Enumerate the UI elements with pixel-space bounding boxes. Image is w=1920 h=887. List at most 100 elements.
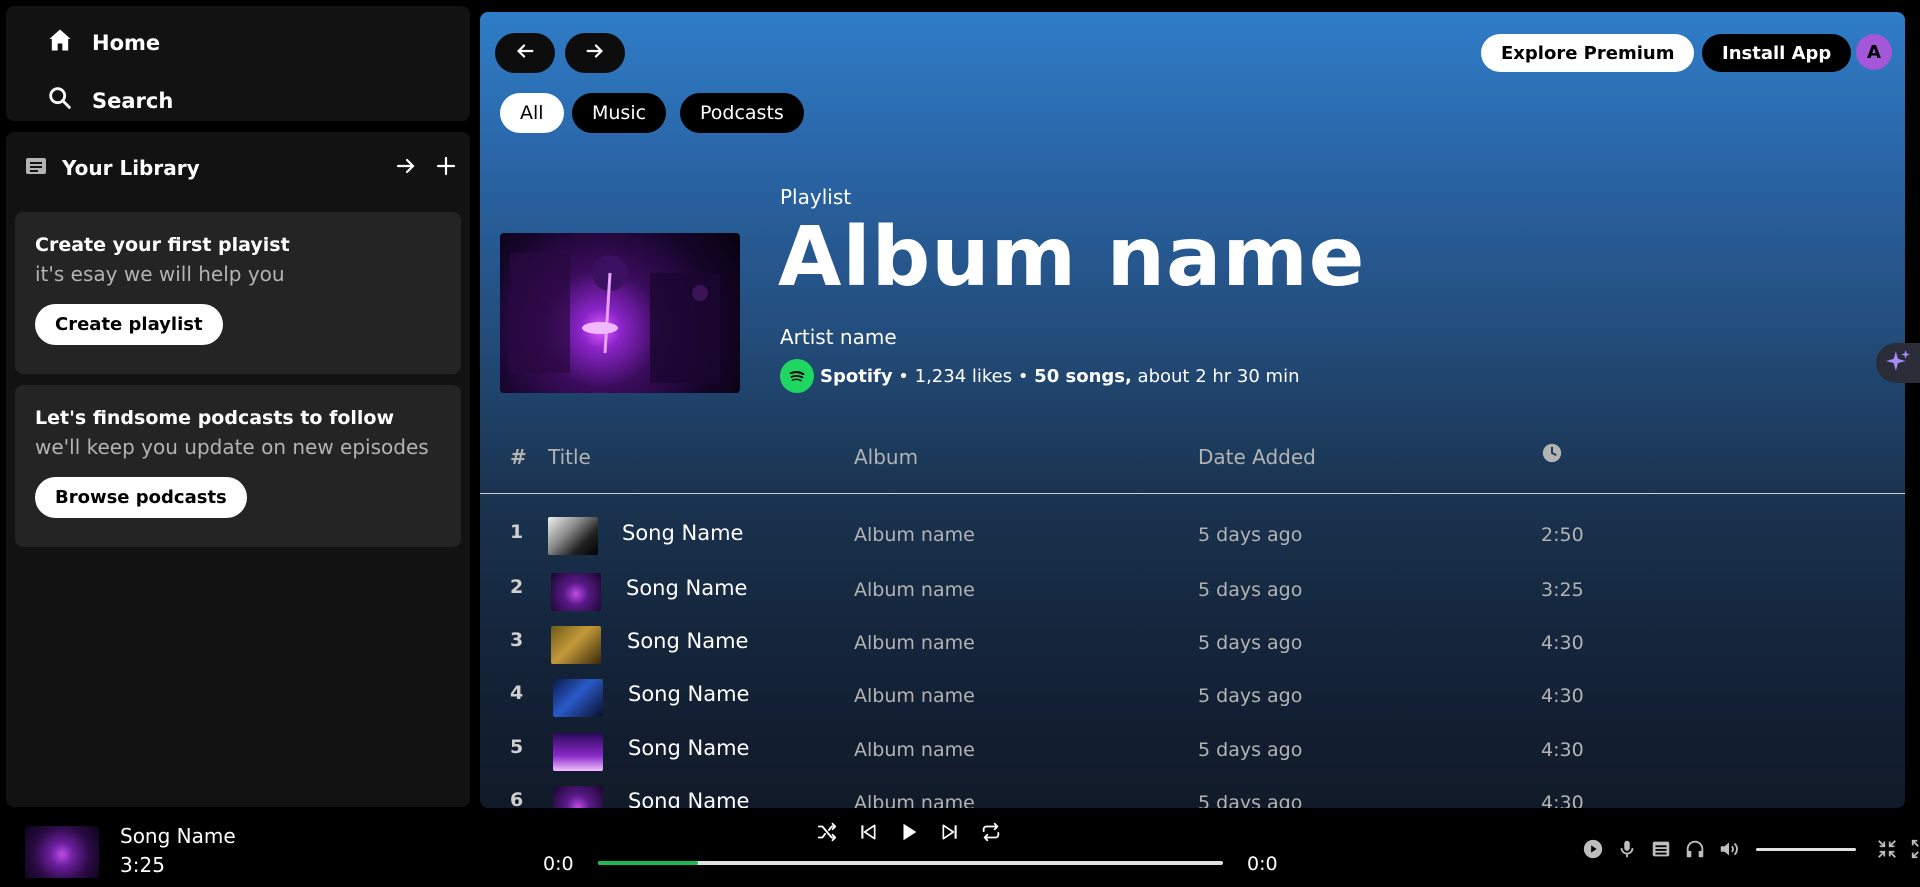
column-header-date-added[interactable]: Date Added	[1198, 445, 1316, 469]
repeat-icon[interactable]	[979, 820, 1003, 844]
now-playing-title[interactable]: Song Name	[120, 824, 236, 848]
library-panel: Your Library Create your first playist i…	[6, 132, 470, 807]
sidebar-item-search[interactable]: Search	[46, 84, 173, 117]
play-icon[interactable]	[897, 820, 921, 844]
card-subtitle: we'll keep you update on new episodes	[35, 435, 429, 459]
spotify-logo-icon	[780, 359, 814, 393]
library-icon[interactable]	[24, 154, 48, 182]
search-icon	[46, 84, 74, 117]
column-header-number: #	[510, 445, 527, 469]
song-date-added: 5 days ago	[1198, 685, 1303, 707]
filter-all[interactable]: All	[500, 93, 564, 133]
extra-controls	[1582, 838, 1920, 860]
song-title[interactable]: Song Name	[626, 576, 747, 600]
column-header-album[interactable]: Album	[854, 445, 918, 469]
browse-podcasts-card: Let's findsome podcasts to follow we'll …	[15, 385, 461, 547]
player-bar: Song Name 3:25 0:0 0:0	[0, 808, 1920, 887]
song-duration: 4:30	[1541, 792, 1584, 808]
volume-slider[interactable]	[1756, 847, 1856, 851]
sidebar-nav: Home Search	[6, 6, 470, 121]
filter-podcasts[interactable]: Podcasts	[680, 93, 804, 133]
now-playing-thumbnail	[25, 826, 99, 878]
row-number: 5	[510, 736, 524, 758]
song-album[interactable]: Album name	[854, 579, 975, 601]
now-playing-duration: 3:25	[120, 853, 165, 877]
install-app-button[interactable]: Install App	[1702, 34, 1852, 72]
browse-podcasts-button[interactable]: Browse podcasts	[35, 477, 247, 518]
create-playlist-card: Create your first playist it's esay we w…	[15, 212, 461, 374]
microphone-icon[interactable]	[1616, 838, 1638, 860]
song-title[interactable]: Song Name	[622, 521, 743, 545]
mini-player-icon[interactable]	[1876, 838, 1898, 860]
song-date-added: 5 days ago	[1198, 792, 1303, 808]
arrow-left-icon	[514, 40, 536, 66]
song-album[interactable]: Album name	[854, 792, 975, 808]
card-title: Let's findsome podcasts to follow	[35, 407, 395, 429]
table-row[interactable]: 3 Song Name Album name 5 days ago 4:30	[480, 611, 1905, 664]
song-thumbnail	[553, 679, 603, 717]
song-title[interactable]: Song Name	[628, 682, 749, 706]
table-row[interactable]: 4 Song Name Album name 5 days ago 4:30	[480, 664, 1905, 717]
main-content: Explore Premium Install App A All Music …	[480, 12, 1905, 808]
column-header-title[interactable]: Title	[548, 445, 591, 469]
playlist-artist[interactable]: Artist name	[780, 325, 897, 349]
row-number: 1	[510, 521, 524, 543]
plus-icon[interactable]	[434, 154, 458, 182]
now-playing-view-icon[interactable]	[1582, 838, 1604, 860]
song-thumbnail	[551, 626, 601, 664]
previous-icon[interactable]	[856, 820, 880, 844]
forward-button[interactable]	[565, 33, 625, 73]
song-duration: 4:30	[1541, 685, 1584, 707]
song-thumbnail	[553, 733, 603, 771]
row-number: 6	[510, 789, 524, 808]
sidebar-item-home[interactable]: Home	[46, 26, 160, 59]
back-button[interactable]	[495, 33, 555, 73]
song-date-added: 5 days ago	[1198, 524, 1303, 546]
volume-icon[interactable]	[1718, 838, 1740, 860]
elapsed-time: 0:0	[543, 853, 574, 875]
playlist-meta: Spotify • 1,234 likes • 50 songs, about …	[780, 359, 1299, 393]
song-duration: 3:25	[1541, 579, 1584, 601]
song-album[interactable]: Album name	[854, 739, 975, 761]
song-title[interactable]: Song Name	[628, 736, 749, 760]
create-playlist-button[interactable]: Create playlist	[35, 304, 223, 345]
row-number: 3	[510, 629, 524, 651]
song-title[interactable]: Song Name	[627, 629, 748, 653]
arrow-right-icon	[584, 40, 606, 66]
table-row[interactable]: 1 Song Name Album name 5 days ago 2:50	[480, 503, 1905, 555]
song-album[interactable]: Album name	[854, 685, 975, 707]
table-row[interactable]: 5 Song Name Album name 5 days ago 4:30	[480, 718, 1905, 771]
arrow-right-icon[interactable]	[394, 154, 418, 182]
song-date-added: 5 days ago	[1198, 579, 1303, 601]
song-date-added: 5 days ago	[1198, 632, 1303, 654]
table-row[interactable]: 6 Song Name Album name 5 days ago 4:30	[480, 771, 1905, 808]
shuffle-icon[interactable]	[815, 820, 839, 844]
page-title: Album name	[778, 210, 1366, 305]
playlist-cover-image	[500, 233, 740, 393]
playlist-owner[interactable]: Spotify	[820, 366, 893, 387]
app: Home Search Your Library Create your fir…	[0, 0, 1920, 887]
song-title[interactable]: Song Name	[628, 789, 749, 808]
library-title[interactable]: Your Library	[62, 156, 200, 180]
avatar[interactable]: A	[1856, 34, 1892, 70]
song-album[interactable]: Album name	[854, 524, 975, 546]
queue-icon[interactable]	[1650, 838, 1672, 860]
card-title: Create your first playist	[35, 234, 290, 256]
library-header: Your Library	[24, 154, 458, 182]
sparkle-icon	[1885, 348, 1911, 378]
headphones-icon[interactable]	[1684, 838, 1706, 860]
explore-premium-button[interactable]: Explore Premium	[1481, 34, 1695, 72]
ai-sparkle-button[interactable]	[1876, 343, 1920, 383]
row-number: 2	[510, 576, 524, 598]
song-album[interactable]: Album name	[854, 632, 975, 654]
playlist-song-count: 50 songs,	[1034, 365, 1132, 387]
filter-music[interactable]: Music	[572, 93, 667, 133]
song-thumbnail	[551, 573, 601, 611]
progress-bar[interactable]	[598, 861, 1223, 865]
playback-controls	[815, 820, 1003, 844]
table-row[interactable]: 2 Song Name Album name 5 days ago 3:25	[480, 558, 1905, 611]
song-duration: 2:50	[1541, 524, 1584, 546]
row-number: 4	[510, 682, 524, 704]
next-icon[interactable]	[938, 820, 962, 844]
fullscreen-icon[interactable]	[1910, 838, 1920, 860]
